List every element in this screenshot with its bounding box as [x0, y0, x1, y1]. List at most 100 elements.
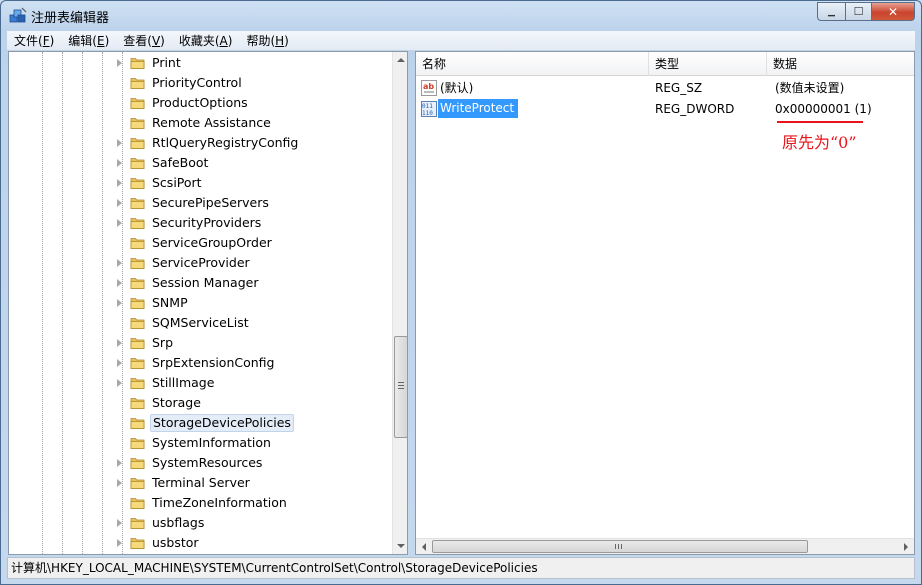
regedit-app-icon	[9, 7, 27, 23]
tree-item[interactable]: ServiceProvider	[9, 253, 393, 273]
tree-item[interactable]: usbflags	[9, 513, 393, 533]
scroll-right-icon[interactable]	[904, 543, 908, 551]
tree-item[interactable]: Print	[9, 53, 393, 73]
svg-text:011: 011	[422, 103, 433, 110]
tree-item[interactable]: SQMServiceList	[9, 313, 393, 333]
maximize-button[interactable]: ☐	[845, 2, 871, 21]
expand-arrow-icon[interactable]	[117, 299, 122, 307]
expand-arrow-icon[interactable]	[117, 199, 122, 207]
tree-item[interactable]: SNMP	[9, 293, 393, 313]
scrollbar-thumb[interactable]	[432, 540, 808, 553]
tree-item[interactable]: SystemResources	[9, 453, 393, 473]
tree-item[interactable]: ServiceGroupOrder	[9, 233, 393, 253]
column-header: 名称 类型 数据	[416, 52, 914, 76]
scroll-down-icon[interactable]	[397, 544, 405, 548]
column-data-header[interactable]: 数据	[767, 52, 914, 76]
close-button[interactable]: ✕	[871, 2, 915, 21]
value-data: 0x00000001 (1)	[775, 102, 872, 116]
folder-icon	[130, 98, 145, 109]
minimize-button[interactable]: ▁	[817, 2, 845, 21]
tree-item[interactable]: Storage	[9, 393, 393, 413]
folder-icon	[130, 518, 145, 529]
menu-item-2[interactable]: 查看(V)	[116, 31, 172, 51]
expand-arrow-icon[interactable]	[117, 339, 122, 347]
value-row[interactable]: ab (默认) REG_SZ (数值未设置)	[416, 78, 914, 99]
column-name-header[interactable]: 名称	[416, 52, 649, 76]
expand-arrow-icon[interactable]	[117, 359, 122, 367]
tree-item[interactable]: Srp	[9, 333, 393, 353]
tree-item[interactable]: SafeBoot	[9, 153, 393, 173]
status-path: 计算机\HKEY_LOCAL_MACHINE\SYSTEM\CurrentCon…	[11, 561, 538, 575]
menu-item-0[interactable]: 文件(F)	[7, 31, 61, 51]
menu-item-4[interactable]: 帮助(H)	[239, 31, 295, 51]
tree-item[interactable]: ScsiPort	[9, 173, 393, 193]
expand-arrow-icon[interactable]	[117, 159, 122, 167]
menu-item-3[interactable]: 收藏夹(A)	[172, 31, 240, 51]
registry-value-list[interactable]: 名称 类型 数据 ab (默认) REG_SZ (数值未设置) 011 110 WriteP…	[415, 51, 915, 555]
folder-icon	[130, 278, 145, 289]
tree-item-label: SrpExtensionConfig	[152, 355, 275, 370]
expand-arrow-icon[interactable]	[117, 139, 122, 147]
tree-vertical-scrollbar[interactable]	[392, 52, 407, 554]
tree-item-label: ProductOptions	[152, 95, 248, 110]
tree-item-label: SystemInformation	[152, 435, 271, 450]
folder-icon	[130, 318, 145, 329]
scroll-left-icon[interactable]	[422, 543, 426, 551]
folder-icon	[130, 338, 145, 349]
expand-arrow-icon[interactable]	[117, 59, 122, 67]
expand-arrow-icon[interactable]	[117, 459, 122, 467]
tree-item-label: Remote Assistance	[152, 115, 271, 130]
expand-arrow-icon[interactable]	[117, 279, 122, 287]
expand-arrow-icon[interactable]	[117, 519, 122, 527]
expand-arrow-icon[interactable]	[117, 479, 122, 487]
tree-item[interactable]: Session Manager	[9, 273, 393, 293]
tree-item-label: usbflags	[152, 515, 205, 530]
tree-item[interactable]: Terminal Server	[9, 473, 393, 493]
tree-item[interactable]: SystemInformation	[9, 433, 393, 453]
tree-item-label: Print	[152, 55, 181, 70]
svg-text:ab: ab	[423, 82, 434, 91]
menu-accelerator-key: V	[151, 33, 161, 48]
scrollbar-thumb[interactable]	[394, 336, 407, 438]
column-type-header[interactable]: 类型	[649, 52, 767, 76]
title-bar[interactable]: 注册表编辑器 ▁ ☐ ✕	[1, 1, 921, 31]
tree-item[interactable]: StillImage	[9, 373, 393, 393]
status-bar: 计算机\HKEY_LOCAL_MACHINE\SYSTEM\CurrentCon…	[7, 557, 915, 579]
expand-arrow-icon[interactable]	[117, 379, 122, 387]
expand-arrow-icon[interactable]	[117, 179, 122, 187]
registry-key-tree[interactable]: Print PriorityControl ProductOptions Remote…	[8, 51, 408, 555]
menu-accelerator-key: A	[219, 33, 228, 48]
menu-accelerator-key: H	[275, 33, 285, 48]
tree-item[interactable]: Remote Assistance	[9, 113, 393, 133]
tree-item[interactable]: SecurePipeServers	[9, 193, 393, 213]
expand-arrow-icon[interactable]	[117, 219, 122, 227]
folder-icon	[130, 298, 145, 309]
dword-value-icon: 011110	[421, 101, 437, 117]
folder-icon	[130, 58, 145, 69]
folder-icon	[130, 378, 145, 389]
list-horizontal-scrollbar[interactable]	[416, 538, 914, 554]
value-row[interactable]: 011 110 WriteProtect REG_DWORD 0x00000001 (1…	[416, 99, 914, 120]
svg-text:110: 110	[422, 110, 433, 117]
maximize-icon: ☐	[853, 5, 864, 18]
tree-item[interactable]: PriorityControl	[9, 73, 393, 93]
value-type: REG_SZ	[655, 81, 703, 95]
regedit-window: 注册表编辑器 ▁ ☐ ✕ 文件(F) 编辑(E) 查看(V) 收藏夹(A) 帮助(H) …	[0, 0, 922, 585]
expand-arrow-icon[interactable]	[117, 259, 122, 267]
tree-item-label: ScsiPort	[152, 175, 202, 190]
tree-item-label: SystemResources	[152, 455, 263, 470]
tree-item[interactable]: ProductOptions	[9, 93, 393, 113]
tree-item[interactable]: RtlQueryRegistryConfig	[9, 133, 393, 153]
tree-item-label: ServiceGroupOrder	[152, 235, 272, 250]
tree-item[interactable]: StorageDevicePolicies	[9, 413, 393, 433]
scroll-up-icon[interactable]	[397, 58, 405, 62]
tree-item[interactable]: SrpExtensionConfig	[9, 353, 393, 373]
menu-item-1[interactable]: 编辑(E)	[61, 31, 116, 51]
tree-item[interactable]: TimeZoneInformation	[9, 493, 393, 513]
expand-arrow-icon[interactable]	[117, 539, 122, 547]
folder-icon	[130, 118, 145, 129]
folder-icon	[130, 158, 145, 169]
tree-item[interactable]: usbstor	[9, 533, 393, 553]
folder-icon	[130, 358, 145, 369]
tree-item[interactable]: SecurityProviders	[9, 213, 393, 233]
